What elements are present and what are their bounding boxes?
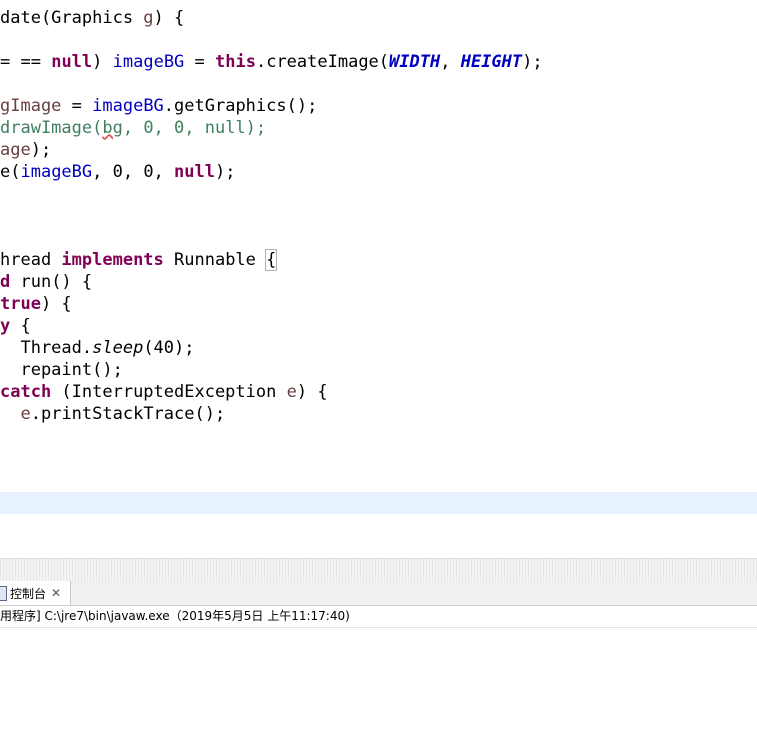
code-token: gImage xyxy=(0,96,62,116)
console-output[interactable] xyxy=(0,628,757,737)
code-line[interactable]: drawImage(bg, 0, 0, null); xyxy=(0,117,266,139)
code-token: , 0, 0, null); xyxy=(122,118,267,138)
code-token: Runnable xyxy=(163,250,267,270)
console-status-text: 用程序] C:\jre7\bin\javaw.exe（2019年5月5日 上午1… xyxy=(0,606,757,628)
code-line[interactable]: y { xyxy=(0,315,31,337)
code-line[interactable]: e.printStackTrace(); xyxy=(0,403,225,425)
code-token: .printStackTrace(); xyxy=(30,404,226,424)
code-token: drawImage( xyxy=(0,118,103,138)
code-token: WIDTH xyxy=(389,52,441,72)
code-token: == xyxy=(20,52,52,72)
code-line[interactable]: Thread.sleep(40); xyxy=(0,337,195,359)
tab-console-label: 控制台 xyxy=(10,586,47,601)
code-token: .createImage( xyxy=(255,52,390,72)
code-line[interactable]: catch (InterruptedException e) { xyxy=(0,381,328,403)
code-token: imageBG xyxy=(20,162,93,182)
code-token: run() { xyxy=(10,272,93,292)
code-token: d xyxy=(0,272,11,292)
code-token: implements xyxy=(61,250,164,270)
code-token: catch xyxy=(0,382,52,402)
code-token: g xyxy=(143,8,154,28)
code-token: ) xyxy=(92,52,113,72)
code-token: ) { xyxy=(296,382,328,402)
console-tab-bar: 控制台 ✕ xyxy=(0,581,757,606)
code-line[interactable]: date(Graphics g) { xyxy=(0,7,184,29)
code-token: this xyxy=(215,52,256,72)
code-token: imageBG xyxy=(92,96,164,116)
code-token: e xyxy=(286,382,297,402)
code-token: Thread. xyxy=(0,338,93,358)
code-token: ); xyxy=(522,52,543,72)
code-token: null xyxy=(51,52,93,72)
code-token: age xyxy=(0,140,31,160)
code-line[interactable]: gImage = imageBG.getGraphics(); xyxy=(0,95,317,117)
code-token: ) { xyxy=(40,294,72,314)
current-line-highlight xyxy=(0,492,757,514)
code-token: = xyxy=(61,96,93,116)
code-token: e xyxy=(20,404,31,424)
code-token: = xyxy=(184,52,216,72)
code-line[interactable]: age); xyxy=(0,139,51,161)
code-line[interactable]: true) { xyxy=(0,293,72,315)
code-token: imageBG xyxy=(112,52,185,72)
code-line[interactable]: e(imageBG, 0, 0, null); xyxy=(0,161,235,183)
code-token: { xyxy=(10,316,31,336)
code-line[interactable]: hread implements Runnable { xyxy=(0,249,278,271)
code-token: bg xyxy=(102,118,123,138)
code-token: , xyxy=(440,52,461,72)
code-line[interactable]: repaint(); xyxy=(0,359,123,381)
tab-console[interactable]: 控制台 ✕ xyxy=(0,581,71,605)
code-token: repaint(); xyxy=(0,360,123,380)
close-icon[interactable]: ✕ xyxy=(51,587,61,599)
code-token: = xyxy=(0,52,21,72)
console-icon xyxy=(0,585,7,601)
code-token: hread xyxy=(0,250,62,270)
code-token: .getGraphics(); xyxy=(163,96,318,116)
code-token: (40); xyxy=(143,338,195,358)
code-token: sleep xyxy=(92,338,144,358)
panel-splitter[interactable] xyxy=(0,558,757,582)
code-token: e( xyxy=(0,162,21,182)
code-token: y xyxy=(0,316,11,336)
code-line[interactable]: = == null) imageBG = this.createImage(WI… xyxy=(0,51,543,73)
code-token: ); xyxy=(214,162,236,182)
code-token: { xyxy=(265,249,278,271)
code-token: ); xyxy=(30,140,52,160)
code-token: , 0, 0, xyxy=(92,162,175,182)
code-token: (InterruptedException xyxy=(51,382,287,402)
code-token: true xyxy=(0,294,41,314)
code-editor[interactable]: date(Graphics g) {= == null) imageBG = t… xyxy=(0,0,757,560)
code-token: null xyxy=(174,162,215,182)
code-token: ) { xyxy=(153,8,185,28)
code-token: HEIGHT xyxy=(460,52,523,72)
code-token: date(Graphics xyxy=(0,8,144,28)
code-line[interactable]: d run() { xyxy=(0,271,92,293)
